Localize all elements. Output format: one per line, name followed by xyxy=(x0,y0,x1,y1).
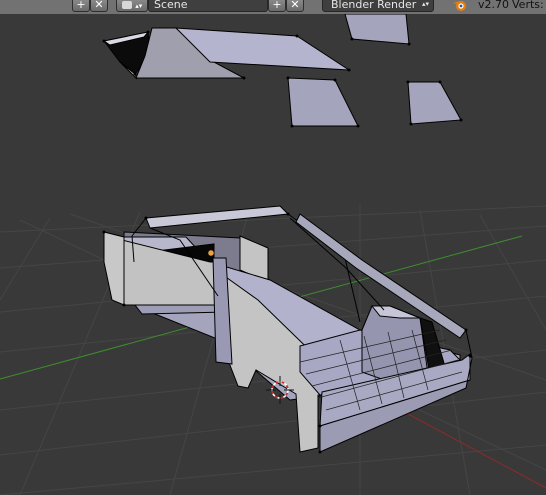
render-engine-label: Blender Render xyxy=(331,0,417,11)
add-screen-button[interactable]: + xyxy=(72,0,90,12)
delete-scene-button[interactable]: ✕ xyxy=(286,0,304,12)
add-scene-button[interactable]: + xyxy=(268,0,286,12)
render-engine-dropdown[interactable]: Blender Render ▴▾ xyxy=(322,0,434,12)
version-label: v2.70 xyxy=(478,0,510,11)
blender-logo-icon xyxy=(452,0,468,11)
scene-name-field[interactable]: Scene xyxy=(148,0,268,12)
scene-icon xyxy=(121,1,132,9)
stats-label: Verts: xyxy=(512,0,544,11)
info-header: + ✕ ▴▾ Scene + ✕ Blender Render ▴▾ v2.70… xyxy=(0,0,546,14)
floating-roof-pieces[interactable] xyxy=(102,14,462,127)
object-origin-dot xyxy=(207,249,215,257)
3d-viewport[interactable] xyxy=(0,14,546,495)
delete-screen-button[interactable]: ✕ xyxy=(90,0,108,12)
car-mesh[interactable] xyxy=(103,205,473,453)
scene-selector-button[interactable]: ▴▾ xyxy=(116,0,148,12)
up-down-arrows-icon: ▴▾ xyxy=(135,2,143,10)
up-down-arrows-icon: ▴▾ xyxy=(421,0,429,8)
